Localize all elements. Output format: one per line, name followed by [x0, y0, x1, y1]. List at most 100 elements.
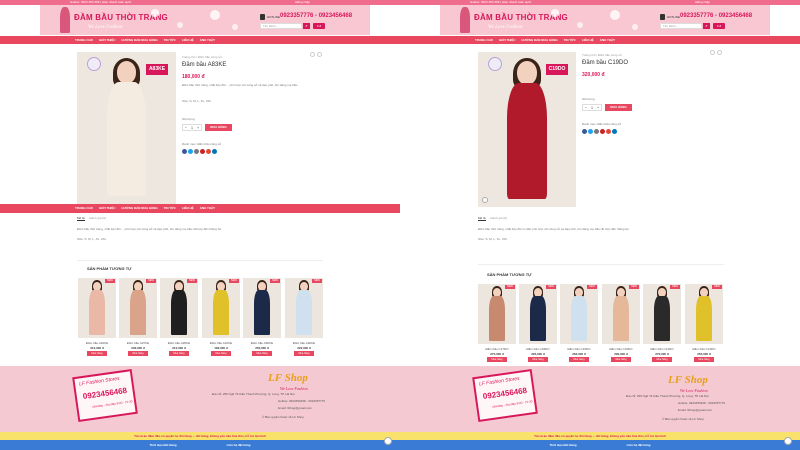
plus-icon[interactable]: +	[595, 105, 601, 110]
related-product-name[interactable]: Đầm bầu C14DO	[643, 347, 681, 351]
related-product-image[interactable]: NEW	[560, 284, 598, 344]
next-product-icon[interactable]	[317, 52, 322, 57]
sticky-nav-photos[interactable]: ẢNH THẬT	[200, 204, 215, 213]
zoom-icon[interactable]	[482, 197, 488, 203]
facebook-icon[interactable]	[182, 149, 187, 154]
related-product-name[interactable]: Đầm bầu A90KE	[285, 341, 323, 345]
footer-email[interactable]: Email: lfshop@gmail.com	[678, 407, 712, 413]
related-buy-button[interactable]: Mua hàng	[211, 351, 231, 356]
pinterest-icon[interactable]	[600, 129, 605, 134]
related-product-name[interactable]: Đầm bầu C18DO	[519, 347, 557, 351]
next-product-icon[interactable]	[717, 50, 722, 55]
related-product-card[interactable]: NEW Đầm bầu C15DO 260,000 đ Mua hàng	[560, 284, 598, 374]
quantity-stepper[interactable]: − 1 +	[182, 124, 202, 131]
tab-description[interactable]: Mô tả	[77, 216, 85, 221]
nav-item-news[interactable]: TIN TỨC	[164, 36, 176, 44]
nav-item-home[interactable]: TRANG CHỦ	[475, 36, 493, 44]
related-product-name[interactable]: Đầm bầu A95KE	[160, 341, 198, 345]
nav-item-contact[interactable]: LIÊN HỆ	[582, 36, 594, 44]
related-product-image[interactable]: NEW	[643, 284, 681, 344]
prev-product-icon[interactable]	[310, 52, 315, 57]
related-product-card[interactable]: NEW Đầm bầu A90KE 220,000 đ Mua hàng	[285, 278, 323, 368]
stamp-phone[interactable]: 0923456468	[82, 386, 127, 401]
related-product-name[interactable]: Đầm bầu A92KE	[78, 341, 116, 345]
related-product-name[interactable]: Đầm bầu C16DO	[602, 347, 640, 351]
sticky-nav-news[interactable]: TIN TỨC	[164, 204, 176, 213]
related-product-image[interactable]: NEW	[478, 284, 516, 344]
related-product-image[interactable]: NEW	[202, 278, 240, 338]
breadcrumb[interactable]: Trang chủ / Đầm bầu công sở	[182, 55, 222, 59]
product-image[interactable]: C19DO	[478, 52, 576, 207]
related-buy-button[interactable]: Mua hàng	[569, 357, 589, 362]
sticky-nav-guide[interactable]: HƯỚNG DẪN MUA HÀNG	[121, 204, 157, 213]
sticky-nav-home[interactable]: TRANG CHỦ	[75, 204, 93, 213]
footer-email[interactable]: Email: lfshop@gmail.com	[278, 405, 312, 411]
order-contact-button[interactable]: Liên hệ đặt hàng	[627, 440, 651, 450]
prev-product-icon[interactable]	[710, 50, 715, 55]
search-input[interactable]: Tìm kiếm...	[660, 23, 702, 29]
email-icon[interactable]	[594, 129, 599, 134]
related-product-card[interactable]: NEW Đầm bầu C16DO 290,000 đ Mua hàng	[602, 284, 640, 374]
search-icon[interactable]: ⌕	[303, 23, 310, 29]
related-buy-button[interactable]: Mua hàng	[87, 351, 107, 356]
related-buy-button[interactable]: Mua hàng	[694, 357, 714, 362]
related-product-card[interactable]: NEW Đầm bầu A92KE 210,000 đ Mua hàng	[78, 278, 116, 368]
linkedin-icon[interactable]	[212, 149, 217, 154]
sticky-nav-contact[interactable]: LIÊN HỆ	[182, 204, 194, 213]
tab-reviews[interactable]: Đánh giá (0)	[90, 216, 107, 221]
related-product-image[interactable]: NEW	[243, 278, 281, 338]
related-buy-button[interactable]: Mua hàng	[487, 357, 507, 362]
hotline-number[interactable]: 0923357776 - 0923456468	[680, 13, 752, 19]
hotline-number[interactable]: 0923357776 - 0923456468	[280, 13, 352, 19]
related-product-name[interactable]: Đầm bầu A97KE	[119, 341, 157, 345]
nav-item-photos[interactable]: ẢNH THẬT	[600, 36, 615, 44]
related-product-image[interactable]: NEW	[519, 284, 557, 344]
search-icon[interactable]: ⌕	[703, 23, 710, 29]
related-product-card[interactable]: NEW Đầm bầu A97KE 230,000 đ Mua hàng	[119, 278, 157, 368]
product-image[interactable]: A83KE	[77, 52, 176, 204]
related-buy-button[interactable]: Mua hàng	[611, 357, 631, 362]
stamp-phone[interactable]: 0923456468	[482, 386, 527, 401]
nav-item-about[interactable]: GIỚI THIỆU	[499, 36, 515, 44]
related-product-card[interactable]: NEW Đầm bầu A96KE 250,000 đ Mua hàng	[243, 278, 281, 368]
google-plus-icon[interactable]	[606, 129, 611, 134]
nav-item-news[interactable]: TIN TỨC	[564, 36, 576, 44]
related-buy-button[interactable]: Mua hàng	[528, 357, 548, 362]
product-category[interactable]: Danh mục: Đầm bầu công sở	[582, 122, 621, 126]
search-input[interactable]: Tìm kiếm...	[260, 23, 302, 29]
related-buy-button[interactable]: Mua hàng	[294, 351, 314, 356]
related-product-image[interactable]: NEW	[160, 278, 198, 338]
linkedin-icon[interactable]	[612, 129, 617, 134]
buy-button[interactable]: MUA HÀNG	[205, 124, 232, 131]
related-product-name[interactable]: Đầm bầu A32KE	[202, 341, 240, 345]
pinterest-icon[interactable]	[200, 149, 205, 154]
plus-icon[interactable]: +	[195, 125, 201, 130]
exchange-policy-button[interactable]: Thời Hạn Đổi Hàng	[550, 440, 577, 450]
related-product-image[interactable]: NEW	[119, 278, 157, 338]
related-product-image[interactable]: NEW	[602, 284, 640, 344]
related-product-name[interactable]: Đầm bầu C15DO	[560, 347, 598, 351]
related-product-card[interactable]: NEW Đầm bầu C18DO 320,000 đ Mua hàng	[519, 284, 557, 374]
email-icon[interactable]	[194, 149, 199, 154]
related-buy-button[interactable]: Mua hàng	[169, 351, 189, 356]
related-product-card[interactable]: NEW Đầm bầu C14DO 270,000 đ Mua hàng	[643, 284, 681, 374]
cart-button[interactable]: 0 đ	[313, 23, 325, 29]
related-product-name[interactable]: Đầm bầu C17DO	[478, 347, 516, 351]
scroll-top-icon[interactable]	[784, 437, 792, 445]
tab-description[interactable]: Mô tả	[478, 216, 486, 221]
related-product-image[interactable]: NEW	[78, 278, 116, 338]
related-product-name[interactable]: Đầm bầu A96KE	[243, 341, 281, 345]
twitter-icon[interactable]	[188, 149, 193, 154]
sticky-nav-about[interactable]: GIỚI THIỆU	[99, 204, 115, 213]
product-category[interactable]: Danh mục: Đầm bầu công sở	[182, 142, 221, 146]
facebook-icon[interactable]	[582, 129, 587, 134]
google-plus-icon[interactable]	[206, 149, 211, 154]
related-product-card[interactable]: NEW Đầm bầu A32KE 190,000 đ Mua hàng	[202, 278, 240, 368]
related-product-image[interactable]: NEW	[285, 278, 323, 338]
nav-item-guide[interactable]: HƯỚNG DẪN MUA HÀNG	[521, 36, 557, 44]
nav-item-home[interactable]: TRANG CHỦ	[75, 36, 93, 44]
nav-item-guide[interactable]: HƯỚNG DẪN MUA HÀNG	[121, 36, 157, 44]
related-product-card[interactable]: NEW Đầm bầu C17DO 270,000 đ Mua hàng	[478, 284, 516, 374]
nav-item-photos[interactable]: ẢNH THẬT	[200, 36, 215, 44]
buy-button[interactable]: MUA HÀNG	[605, 104, 632, 111]
